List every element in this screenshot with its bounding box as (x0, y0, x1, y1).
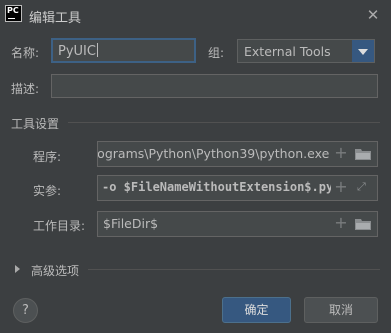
insert-macro-icon[interactable]: + (334, 145, 348, 161)
cancel-button[interactable]: 取消 (304, 297, 378, 323)
insert-macro-icon[interactable]: + (334, 179, 348, 195)
insert-macro-icon[interactable]: + (334, 215, 348, 231)
expand-icon[interactable]: ⤢ (357, 181, 369, 193)
chevron-right-icon (15, 265, 20, 273)
arguments-label: 实参: (33, 184, 62, 198)
group-select[interactable]: External Tools (237, 39, 375, 63)
group-select-value: External Tools (244, 44, 331, 59)
group-label: 组: (208, 46, 225, 60)
description-input[interactable] (51, 74, 378, 98)
title-bar: PC 编辑工具 ✕ (0, 0, 391, 30)
chevron-down-icon[interactable] (352, 40, 374, 62)
program-label: 程序: (33, 150, 62, 164)
tool-settings-heading: 工具设置 (11, 117, 60, 131)
pycharm-app-icon: PC (5, 5, 22, 22)
description-label: 描述: (11, 82, 40, 96)
workdir-label: 工作目录: (33, 219, 86, 233)
close-icon[interactable]: ✕ (364, 6, 382, 24)
arguments-input-value: -o $FileNameWithoutExtension$.py (102, 180, 334, 194)
advanced-options-label: 高级选项 (31, 264, 80, 278)
text-caret (96, 43, 98, 57)
arguments-input[interactable]: -o $FileNameWithoutExtension$.py + ⤢ (97, 175, 378, 201)
workdir-input-value: $FileDir$ (103, 216, 159, 231)
dialog-title: 编辑工具 (29, 11, 82, 26)
section-divider (68, 122, 380, 123)
folder-icon[interactable] (355, 148, 371, 160)
program-input[interactable]: Programs\Python\Python39\python.exe + (97, 141, 378, 167)
folder-icon[interactable] (355, 218, 371, 230)
program-input-value: Programs\Python\Python39\python.exe (97, 146, 330, 161)
name-input-value: PyUIC (58, 44, 96, 59)
help-button[interactable]: ? (13, 298, 38, 323)
advanced-divider (88, 269, 380, 270)
name-label: 名称: (11, 46, 40, 60)
workdir-input[interactable]: $FileDir$ + (97, 211, 378, 237)
ok-button[interactable]: 确定 (222, 297, 291, 323)
name-input[interactable]: PyUIC (51, 38, 196, 63)
